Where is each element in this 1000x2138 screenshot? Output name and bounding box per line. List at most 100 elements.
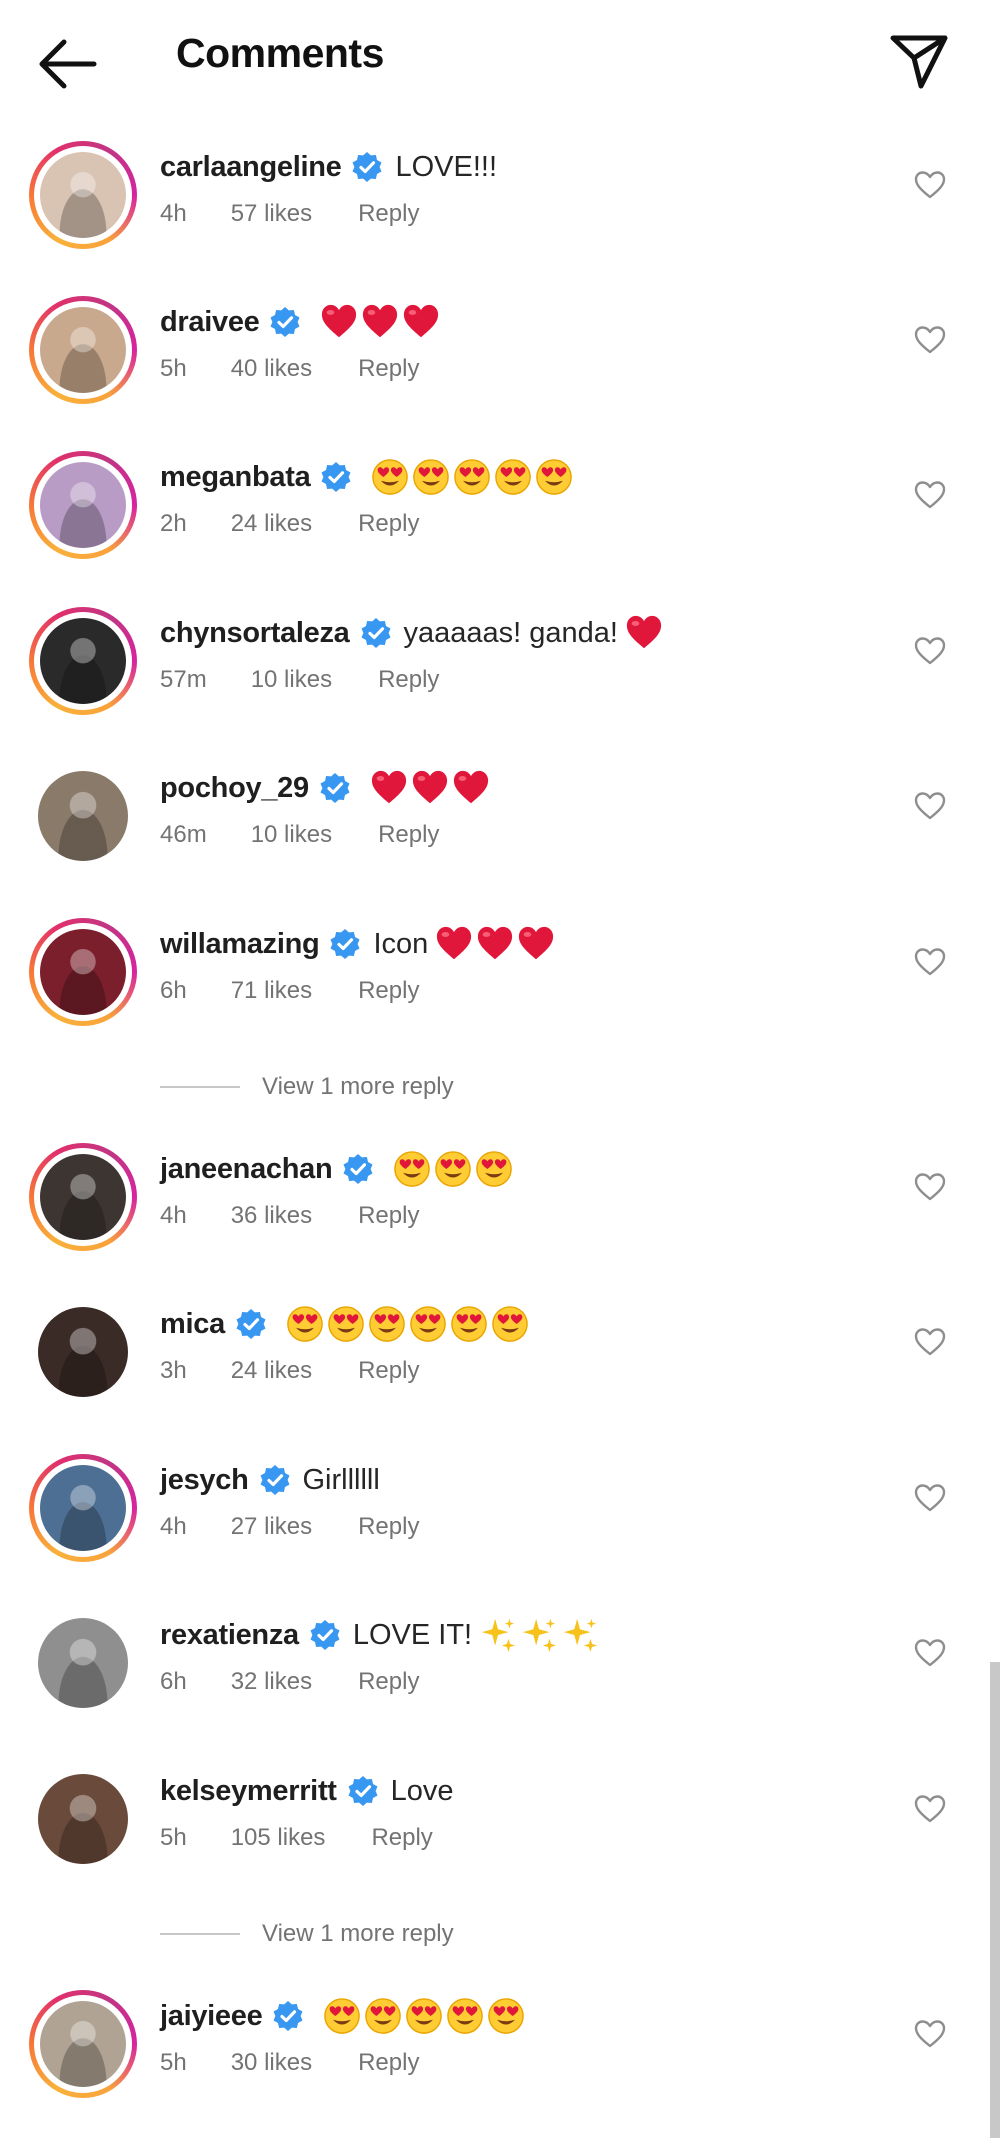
comment-username[interactable]: meganbata [160,461,311,494]
reply-button[interactable]: Reply [358,1357,419,1385]
back-arrow-icon[interactable] [34,36,98,92]
avatar-photo [40,618,126,704]
avatar[interactable] [29,918,137,1026]
comment-time: 2h [160,510,187,537]
avatar[interactable] [29,762,137,870]
comment-likes[interactable]: 40 likes [231,355,312,383]
heart-outline-icon[interactable] [914,636,946,666]
heart-eyes-emoji-icon [371,458,409,496]
comment-emojis [283,1305,529,1343]
comment-likes[interactable]: 105 likes [231,1824,326,1852]
heart-emoji-icon [452,769,490,807]
heart-outline-icon[interactable] [914,791,946,821]
comment-row: pochoy_29 46m 10 likes Reply [0,751,1000,891]
avatar[interactable] [29,1609,137,1717]
reply-button[interactable]: Reply [358,1668,419,1696]
view-more-replies[interactable]: View 1 more reply [160,1069,454,1105]
comment-likes[interactable]: 24 likes [231,1357,312,1385]
reply-button[interactable]: Reply [358,200,419,228]
avatar[interactable] [29,1143,137,1251]
comment-likes[interactable]: 71 likes [231,977,312,1005]
comment-username[interactable]: mica [160,1308,225,1341]
avatar[interactable] [29,1454,137,1562]
comment-time: 57m [160,666,207,693]
heart-eyes-emoji-icon [323,1997,361,2035]
heart-outline-icon[interactable] [914,947,946,977]
comment-likes[interactable]: 36 likes [231,1202,312,1230]
comment-row: kelseymerritt Love 5h 105 likes Reply [0,1754,1000,1894]
view-more-label: View 1 more reply [262,1920,454,1947]
comment-likes[interactable]: 57 likes [231,200,312,228]
heart-outline-icon[interactable] [914,1794,946,1824]
comment-row: draivee 5h 40 likes Reply [0,285,1000,425]
reply-button[interactable]: Reply [358,1513,419,1541]
reply-button[interactable]: Reply [358,355,419,383]
comment-line: jesych Girllllll [160,1457,380,1503]
avatar[interactable] [29,141,137,249]
avatar[interactable] [29,607,137,715]
comment-meta: 3h 24 likes Reply [160,1357,419,1385]
heart-eyes-emoji-icon [434,1150,472,1188]
comment-username[interactable]: pochoy_29 [160,772,309,805]
heart-outline-icon[interactable] [914,1172,946,1202]
comment-likes[interactable]: 24 likes [231,510,312,538]
comment-username[interactable]: jaiyieee [160,2000,263,2033]
heart-emoji-icon [320,303,358,341]
comment-username[interactable]: willamazing [160,928,320,961]
comment-likes[interactable]: 32 likes [231,1668,312,1696]
comment-likes[interactable]: 10 likes [251,821,332,849]
heart-outline-icon[interactable] [914,1483,946,1513]
comment-username[interactable]: jesych [160,1464,249,1497]
comment-time: 3h [160,1357,187,1384]
avatar[interactable] [29,1298,137,1406]
heart-emoji-icon [435,925,473,963]
reply-button[interactable]: Reply [371,1824,432,1852]
reply-button[interactable]: Reply [358,510,419,538]
verified-badge-icon [259,1464,291,1496]
reply-button[interactable]: Reply [378,821,439,849]
view-more-replies[interactable]: View 1 more reply [160,1916,454,1952]
heart-emoji-icon [361,303,399,341]
heart-eyes-emoji-icon [405,1997,443,2035]
comment-time: 6h [160,1668,187,1695]
comment-username[interactable]: kelseymerritt [160,1775,337,1808]
heart-outline-icon[interactable] [914,480,946,510]
comment-username[interactable]: carlaangeline [160,151,342,184]
reply-button[interactable]: Reply [358,977,419,1005]
heart-outline-icon[interactable] [914,2019,946,2049]
verified-badge-icon [269,306,301,338]
reply-button[interactable]: Reply [358,1202,419,1230]
heart-outline-icon[interactable] [914,170,946,200]
comment-likes[interactable]: 27 likes [231,1513,312,1541]
sparkles-emoji-icon [520,1616,558,1654]
comment-line: pochoy_29 [160,765,490,811]
avatar[interactable] [29,451,137,559]
comment-username[interactable]: chynsortaleza [160,617,350,650]
reply-button[interactable]: Reply [358,2049,419,2077]
avatar-photo [40,462,126,548]
comment-emojis [390,1150,513,1188]
avatar[interactable] [29,1765,137,1873]
comment-username[interactable]: rexatienza [160,1619,299,1652]
avatar-photo [38,771,128,861]
send-icon[interactable] [888,30,950,92]
comment-row: janeenachan 4h 36 likes Reply [0,1132,1000,1272]
comment-row: rexatienza LOVE IT! 6h 32 likes Reply [0,1598,1000,1738]
heart-outline-icon[interactable] [914,1327,946,1357]
avatar[interactable] [29,1990,137,2098]
comment-username[interactable]: draivee [160,306,260,339]
comment-username[interactable]: janeenachan [160,1153,333,1186]
scrollbar[interactable] [990,1662,1000,2138]
avatar-photo [40,152,126,238]
verified-badge-icon [320,461,352,493]
verified-badge-icon [272,2000,304,2032]
heart-emoji-icon [625,614,663,652]
reply-button[interactable]: Reply [378,666,439,694]
avatar-photo [40,1465,126,1551]
heart-outline-icon[interactable] [914,1638,946,1668]
heart-outline-icon[interactable] [914,325,946,355]
comment-meta: 4h 36 likes Reply [160,1202,419,1230]
comment-likes[interactable]: 10 likes [251,666,332,694]
avatar[interactable] [29,296,137,404]
comment-likes[interactable]: 30 likes [231,2049,312,2077]
